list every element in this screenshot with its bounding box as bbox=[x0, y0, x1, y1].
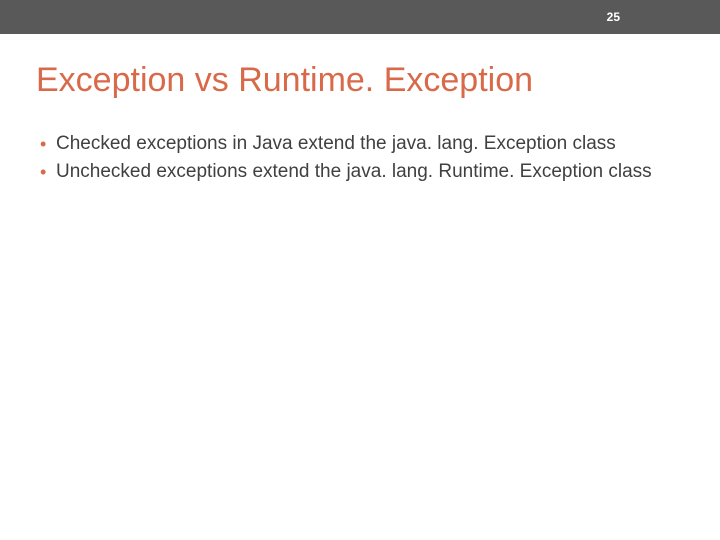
slide-title: Exception vs Runtime. Exception bbox=[0, 34, 720, 99]
page-number: 25 bbox=[607, 10, 620, 24]
bullet-text: Checked exceptions in Java extend the ja… bbox=[56, 131, 680, 157]
slide-container: 25 Exception vs Runtime. Exception • Che… bbox=[0, 0, 720, 540]
header-bar: 25 bbox=[0, 0, 720, 34]
bullet-item: • Unchecked exceptions extend the java. … bbox=[40, 159, 680, 185]
slide-body: • Checked exceptions in Java extend the … bbox=[0, 99, 720, 185]
bullet-dot-icon: • bbox=[40, 131, 56, 157]
bullet-text: Unchecked exceptions extend the java. la… bbox=[56, 159, 680, 185]
bullet-item: • Checked exceptions in Java extend the … bbox=[40, 131, 680, 157]
bullet-dot-icon: • bbox=[40, 159, 56, 185]
